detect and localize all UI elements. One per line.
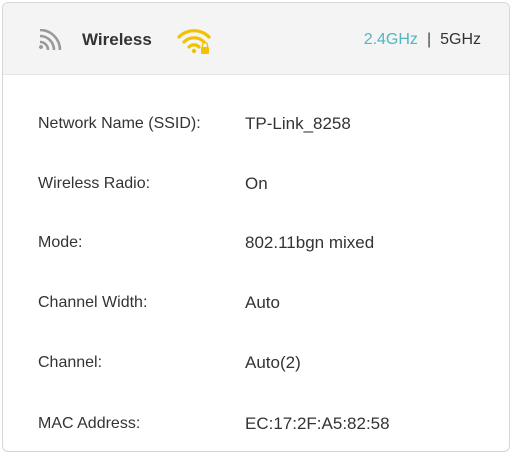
signal-bars-icon (39, 29, 62, 51)
detail-label: Network Name (SSID): (38, 115, 201, 132)
detail-value: Auto (245, 293, 280, 312)
detail-label: MAC Address: (38, 415, 141, 432)
detail-value: Auto(2) (245, 353, 301, 372)
detail-row-mode: Mode: 802.11bgn mixed (3, 233, 509, 257)
detail-label: Wireless Radio: (38, 175, 151, 192)
band-switcher: 2.4GHz | 5GHz (364, 30, 481, 50)
band-separator: | (426, 31, 432, 48)
detail-row-channel-width: Channel Width: Auto (3, 293, 509, 317)
detail-label: Channel Width: (38, 294, 148, 311)
detail-row-channel: Channel: Auto(2) (3, 353, 509, 377)
detail-row-ssid: Network Name (SSID): TP-Link_8258 (3, 114, 509, 138)
detail-row-wireless-radio: Wireless Radio: On (3, 174, 509, 198)
wireless-card: Wireless 2.4GHz | 5GHz Network Name (SSID)… (2, 2, 510, 452)
detail-label: Mode: (38, 234, 83, 251)
section-title: Wireless (82, 30, 152, 49)
band-2-4ghz-tab[interactable]: 2.4GHz (364, 31, 418, 48)
detail-value: EC:17:2F:A5:82:58 (245, 414, 390, 433)
card-header: Wireless 2.4GHz | 5GHz (3, 3, 509, 75)
wifi-locked-icon (177, 29, 211, 54)
detail-label: Channel: (38, 354, 103, 371)
detail-value: 802.11bgn mixed (245, 233, 375, 252)
detail-value: On (245, 174, 268, 193)
detail-row-mac-address: MAC Address: EC:17:2F:A5:82:58 (3, 414, 509, 438)
band-5ghz-tab[interactable]: 5GHz (440, 31, 481, 48)
detail-value: TP-Link_8258 (245, 114, 351, 133)
